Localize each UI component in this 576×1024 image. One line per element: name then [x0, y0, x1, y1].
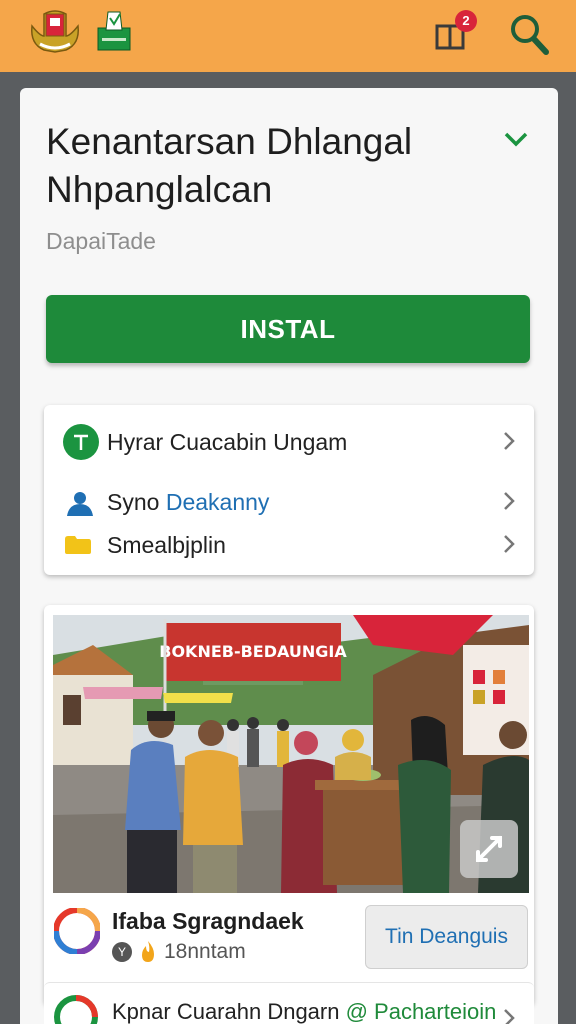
list-item-label: Syno Deakanny — [107, 489, 270, 515]
list-item-smealbjplin[interactable]: Smealbjplin — [44, 525, 534, 565]
list-item-cuacabin[interactable]: Hyrar Cuacabin Ungam — [44, 422, 534, 462]
bottom-item-label: Kpnar Cuarahn Dngarn @ Pacharteioin — [112, 999, 497, 1024]
install-button[interactable]: INSTAL — [46, 295, 530, 363]
top-app-bar: 2 — [0, 0, 576, 72]
chevron-right-icon — [504, 492, 515, 510]
search-icon[interactable] — [508, 12, 550, 56]
expand-button[interactable] — [460, 820, 518, 878]
app-logo-icon — [54, 908, 100, 954]
list-item-label: Hyrar Cuacabin Ungam — [107, 429, 348, 455]
chevron-down-icon[interactable] — [503, 128, 529, 150]
flame-icon — [142, 941, 154, 962]
chevron-right-icon — [504, 535, 515, 553]
rating-badge: Y — [112, 942, 132, 962]
folder-icon — [65, 536, 91, 554]
emblem-logo[interactable] — [26, 6, 84, 54]
chevron-right-icon — [504, 1009, 515, 1024]
list-item-deakanny[interactable]: Syno Deakanny — [44, 482, 534, 522]
list-item-label: Smealbjplin — [107, 532, 226, 558]
links-list: Hyrar Cuacabin Ungam Syno Deakanny Smeal… — [44, 405, 534, 575]
text-circle-icon — [63, 424, 99, 460]
list-item-bottom[interactable]: Kpnar Cuarahn Dngarn @ Pacharteioin — [44, 982, 534, 1024]
chevron-right-icon — [504, 432, 515, 450]
developer-name[interactable]: DapaiTade — [46, 228, 156, 255]
banner-text: BOKNEB-BEDAUNGIA — [159, 642, 347, 661]
secondary-action-button[interactable]: Tin Deanguis — [365, 905, 528, 969]
app-logo-icon — [54, 995, 98, 1024]
person-icon — [67, 492, 93, 516]
featured-app-name[interactable]: Ifaba Sgragndaek — [112, 908, 304, 935]
market-photo[interactable]: BOKNEB-BEDAUNGIA — [53, 615, 529, 893]
app-title: Kenantarsan Dhlangal Nhpanglalcan — [46, 121, 413, 210]
notification-badge: 2 — [455, 10, 477, 32]
ballot-box-logo[interactable] — [96, 8, 132, 52]
expand-icon — [476, 836, 502, 862]
